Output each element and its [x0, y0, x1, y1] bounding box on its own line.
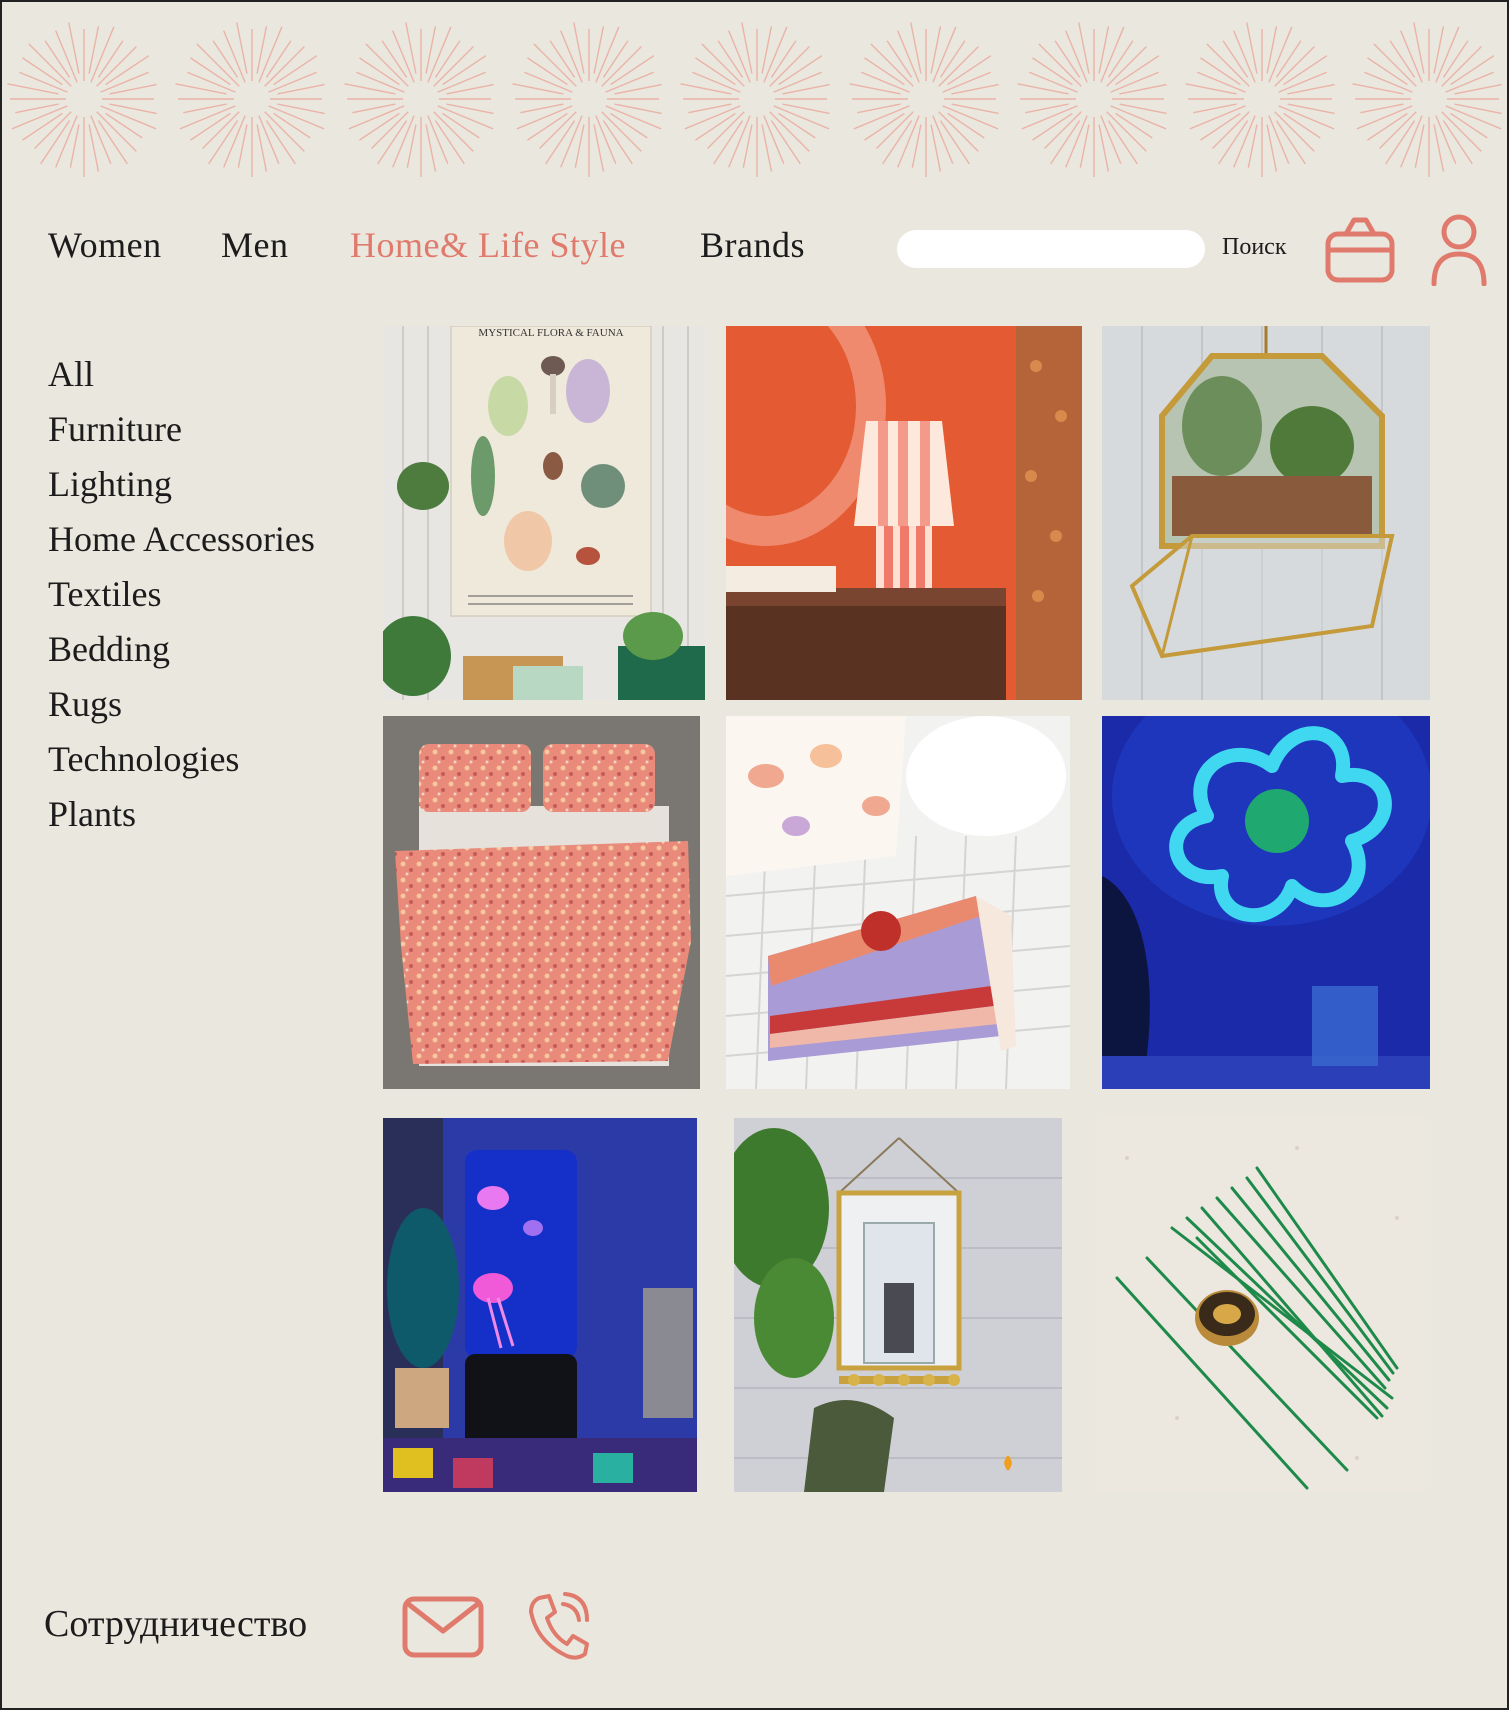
category-bedding[interactable]: Bedding: [48, 622, 315, 677]
product-striped-lamp[interactable]: [726, 326, 1082, 700]
sunburst-decoration: [512, 22, 662, 177]
sunburst-pattern: [7, 22, 1502, 177]
category-all[interactable]: All: [48, 347, 315, 402]
tapestry-title: MYSTICAL FLORA & FAUNA: [478, 327, 623, 339]
sunburst-decoration: [1352, 22, 1502, 177]
sunburst-decoration: [849, 22, 999, 177]
category-home-accessories[interactable]: Home Accessories: [48, 512, 315, 567]
sunburst-decoration: [1185, 22, 1335, 177]
shopping-bag-icon[interactable]: [1324, 214, 1396, 286]
category-plants[interactable]: Plants: [48, 787, 315, 842]
category-furniture[interactable]: Furniture: [48, 402, 315, 457]
category-rugs[interactable]: Rugs: [48, 677, 315, 732]
category-lighting[interactable]: Lighting: [48, 457, 315, 512]
product-hanging-mirror[interactable]: [734, 1118, 1062, 1492]
category-technologies[interactable]: Technologies: [48, 732, 315, 787]
product-octagon-mirror[interactable]: [1102, 326, 1430, 700]
search-input[interactable]: [897, 230, 1205, 268]
mail-icon[interactable]: [401, 1595, 485, 1659]
nav-men[interactable]: Men: [221, 224, 289, 266]
phone-icon[interactable]: [527, 1592, 589, 1662]
nav-home-life-style[interactable]: Home& Life Style: [350, 224, 626, 266]
product-cake-rug[interactable]: [726, 716, 1070, 1089]
page: Women Men Home& Life Style Brands Поиск …: [2, 2, 1507, 1708]
search-button[interactable]: Поиск: [1222, 234, 1287, 261]
product-incense-set[interactable]: [1097, 1118, 1425, 1492]
nav-women[interactable]: Women: [48, 224, 162, 266]
sunburst-decoration: [7, 22, 157, 177]
product-tapestry[interactable]: MYSTICAL FLORA & FAUNA: [383, 326, 705, 700]
nav-brands[interactable]: Brands: [700, 224, 805, 266]
product-jellyfish-lamp[interactable]: [383, 1118, 697, 1492]
product-floral-bedding[interactable]: [383, 716, 700, 1089]
product-neon-flower[interactable]: [1102, 716, 1430, 1089]
sunburst-decoration: [1017, 22, 1167, 177]
category-sidebar: All Furniture Lighting Home Accessories …: [48, 347, 315, 842]
cooperation-link[interactable]: Сотрудничество: [44, 1602, 307, 1646]
sunburst-decoration: [680, 22, 830, 177]
sunburst-decoration: [344, 22, 494, 177]
user-icon[interactable]: [1430, 214, 1488, 287]
category-textiles[interactable]: Textiles: [48, 567, 315, 622]
sunburst-decoration: [175, 22, 325, 177]
